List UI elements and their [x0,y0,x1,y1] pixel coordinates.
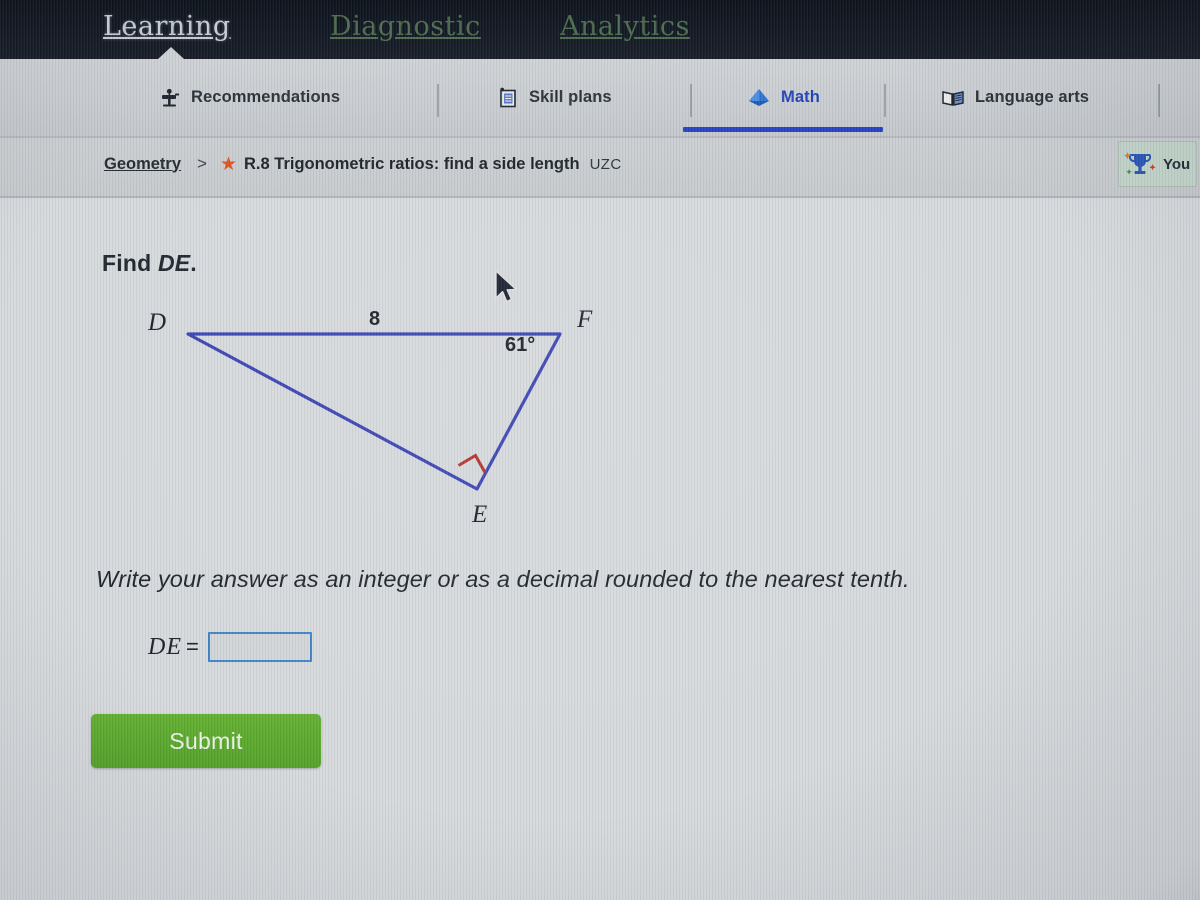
awards-badge[interactable]: You [1118,141,1198,187]
active-nav-indicator-arrow [158,47,184,59]
tab-math-label: Math [781,88,820,106]
tab-skill-plans[interactable]: Skill plans [496,59,612,136]
math-diamond-icon [746,86,772,110]
tab-separator-2 [690,84,692,117]
tab-skill-plans-label: Skill plans [529,88,612,106]
triangle-figure: D F E 8 61° [130,285,650,540]
question-prompt-suffix: . [190,250,197,276]
answer-variable-label: DE [148,633,182,660]
tab-math[interactable]: Math [746,59,820,136]
breadcrumb-subject-link[interactable]: Geometry [104,155,181,174]
tab-math-active-underline [683,127,883,132]
tab-separator-3 [884,84,886,117]
answer-instruction: Write your answer as an integer or as a … [96,566,910,592]
podium-icon [158,86,182,110]
tab-recommendations-label: Recommendations [191,88,341,106]
tab-separator-4 [1158,84,1160,117]
submit-button[interactable]: Submit [91,714,321,768]
side-length-label-DF: 8 [369,308,381,330]
awards-badge-label: You [1163,155,1191,173]
triangle-outline [186,332,562,491]
page-title: Find DE. [102,250,197,277]
answer-row: DE = [148,632,312,662]
open-book-icon [940,86,966,110]
topnav-item-diagnostic[interactable]: Diagnostic [330,11,481,42]
triangle-svg [186,332,562,491]
tab-recommendations[interactable]: Recommendations [158,59,340,136]
tab-language-arts[interactable]: Language arts [940,59,1089,136]
question-prompt-prefix: Find [102,250,158,276]
breadcrumb-skill-code: UZC [589,155,622,173]
tab-separator-1 [437,84,439,117]
topnav-item-learning[interactable]: Learning [103,11,231,42]
trophy-icon [1123,148,1157,180]
breadcrumb-skill-title: R.8 Trigonometric ratios: find a side le… [244,154,580,173]
question-prompt-segment: DE [157,250,191,276]
angle-label-F: 61° [505,334,536,356]
right-angle-marker [457,453,487,474]
clipboard-icon [496,86,520,110]
topnav-item-analytics[interactable]: Analytics [560,11,690,42]
breadcrumb: Geometry > ★ R.8 Trigonometric ratios: f… [104,154,622,174]
tab-language-arts-label: Language arts [975,88,1090,106]
answer-equals-sign: = [186,634,199,659]
star-icon[interactable]: ★ [220,155,237,174]
vertex-label-F: F [577,306,593,333]
vertex-label-E: E [472,501,488,528]
chevron-right-icon: > [197,154,207,173]
answer-input[interactable] [207,632,312,662]
vertex-label-D: D [148,309,167,336]
